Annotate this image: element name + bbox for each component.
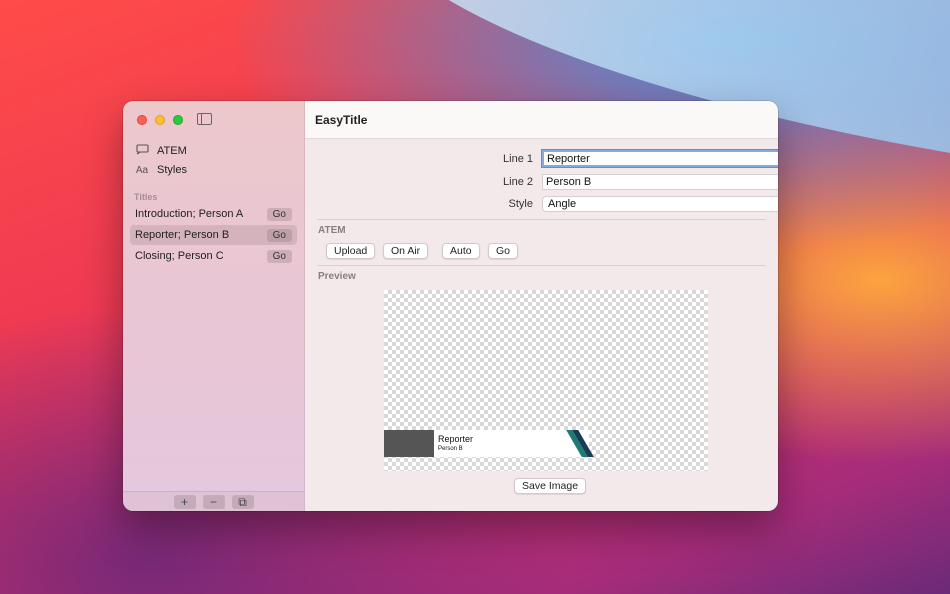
- title-list-item[interactable]: Introduction; Person A Go: [130, 204, 297, 224]
- app-window: ATEM Aa Styles Titles Introduction; Pers…: [123, 101, 778, 511]
- main-pane: EasyTitle Line 1 Reporter Line 2 Person …: [305, 101, 778, 511]
- traffic-lights: [137, 115, 183, 125]
- sidebar-toolbar: + − ⧉: [123, 491, 304, 511]
- minimize-button[interactable]: [155, 115, 165, 125]
- title-list-item-selected[interactable]: Reporter; Person B Go: [130, 225, 297, 245]
- atem-section-label: ATEM: [318, 225, 346, 236]
- lower-third-line2: Person B: [438, 446, 463, 452]
- divider: [317, 265, 766, 266]
- sidebar-item-atem[interactable]: ATEM: [135, 144, 187, 158]
- on-air-button[interactable]: On Air: [383, 243, 429, 259]
- remove-title-button[interactable]: −: [202, 494, 225, 509]
- title-item-label: Closing; Person C: [135, 250, 224, 262]
- duplicate-title-button[interactable]: ⧉: [231, 494, 254, 509]
- style-label: Style: [508, 198, 533, 210]
- add-title-button[interactable]: +: [173, 494, 196, 509]
- auto-button[interactable]: Auto: [442, 243, 480, 259]
- lower-third-line1: Reporter: [438, 434, 474, 444]
- title-go-button[interactable]: Go: [266, 228, 292, 242]
- title-item-label: Reporter; Person B: [135, 229, 230, 241]
- title-list-item[interactable]: Closing; Person C Go: [130, 246, 297, 266]
- text-style-icon: Aa: [135, 164, 149, 176]
- close-button[interactable]: [137, 115, 147, 125]
- titlebar: EasyTitle: [305, 101, 778, 139]
- sidebar-toggle-icon[interactable]: [197, 113, 212, 125]
- sidebar: ATEM Aa Styles Titles Introduction; Pers…: [123, 101, 305, 511]
- line2-field[interactable]: Person B: [542, 174, 778, 190]
- sidebar-item-label: Styles: [157, 164, 187, 176]
- line1-label: Line 1: [503, 153, 533, 165]
- zoom-button[interactable]: [173, 115, 183, 125]
- lower-third-block: [384, 430, 434, 457]
- go-button[interactable]: Go: [488, 243, 519, 259]
- preview-section-label: Preview: [318, 271, 356, 282]
- line1-field[interactable]: Reporter: [541, 149, 778, 168]
- window-title: EasyTitle: [315, 113, 368, 127]
- title-go-button[interactable]: Go: [266, 249, 292, 263]
- titles-section-label: Titles: [134, 192, 158, 202]
- sidebar-item-label: ATEM: [157, 145, 187, 157]
- line2-label: Line 2: [503, 176, 533, 188]
- sidebar-item-styles[interactable]: Aa Styles: [135, 164, 187, 176]
- title-go-button[interactable]: Go: [266, 207, 292, 221]
- style-select-value: Angle: [548, 198, 577, 210]
- upload-button[interactable]: Upload: [326, 243, 376, 259]
- preview-canvas: Reporter Person B: [384, 290, 708, 471]
- title-item-label: Introduction; Person A: [135, 208, 244, 220]
- display-icon: [135, 144, 149, 158]
- divider: [317, 219, 766, 220]
- style-select[interactable]: Angle ▲▼: [542, 196, 778, 212]
- save-image-button[interactable]: Save Image: [514, 478, 587, 494]
